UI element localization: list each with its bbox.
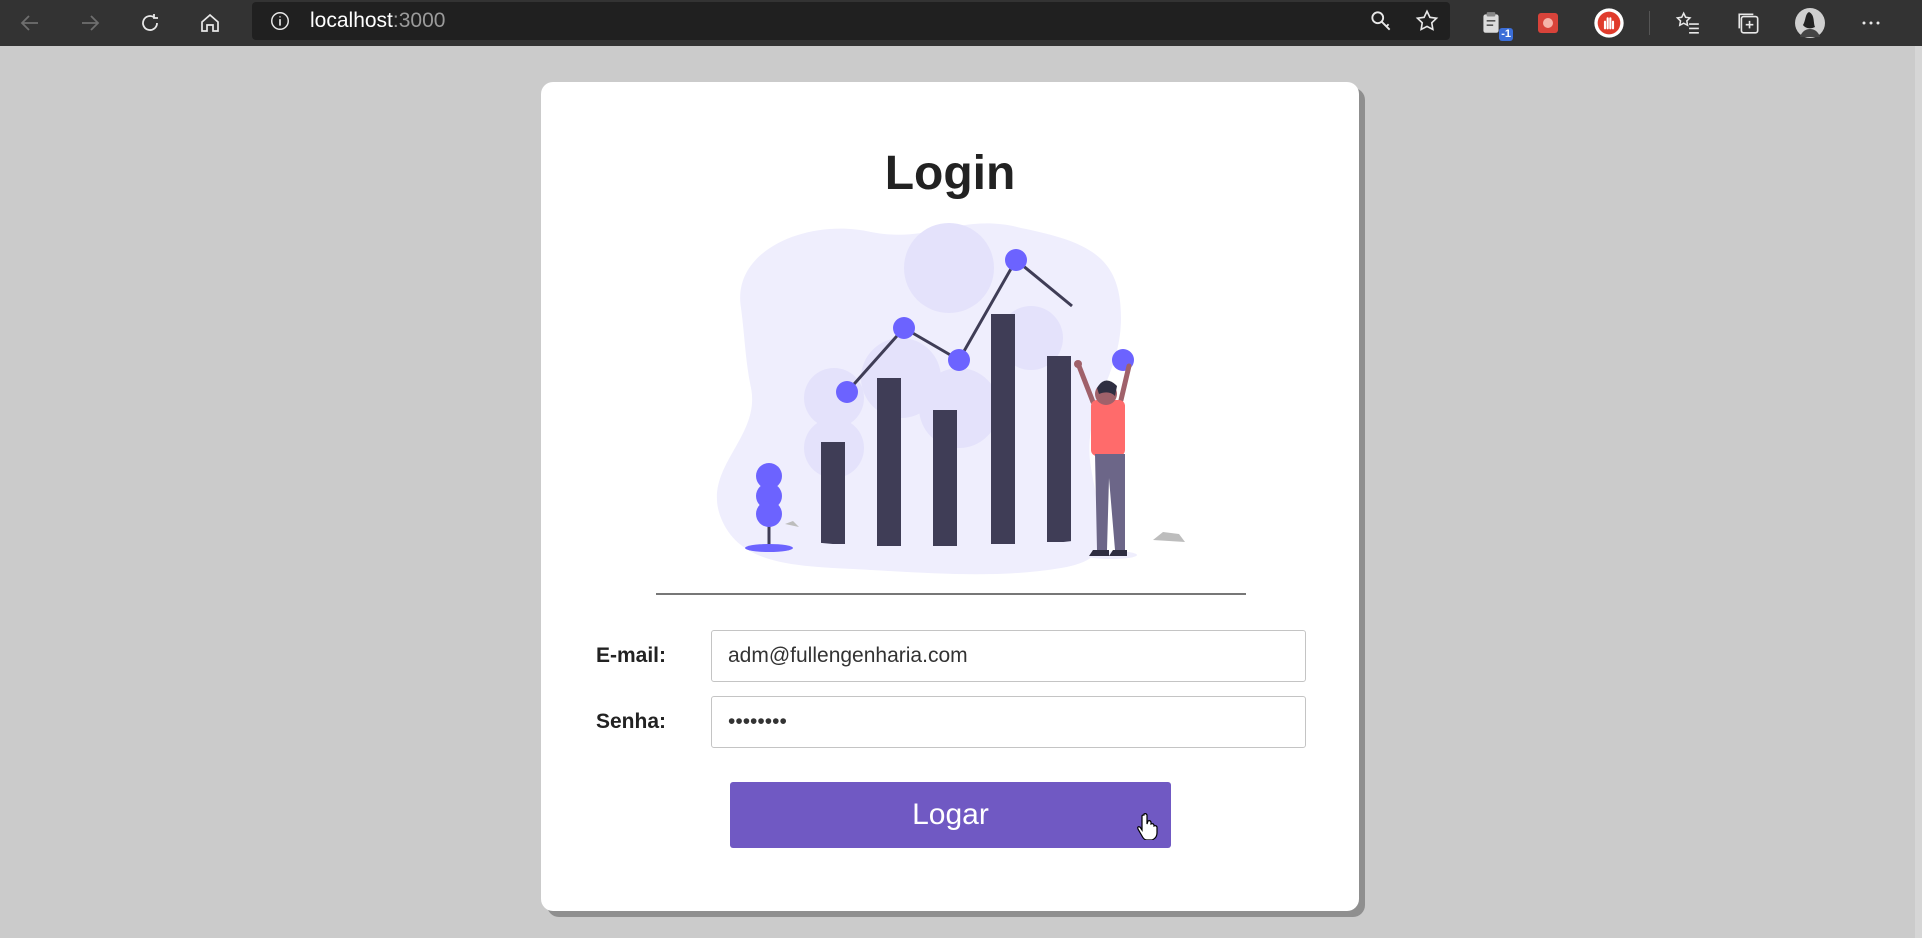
login-button[interactable]: Logar (730, 782, 1171, 848)
password-input[interactable] (711, 696, 1306, 748)
reload-button[interactable] (124, 0, 176, 46)
toolbar-separator (1649, 0, 1650, 46)
reload-icon (142, 14, 158, 31)
trend-point-2 (893, 317, 915, 339)
chart-bar-2 (877, 378, 901, 546)
home-button[interactable] (184, 0, 236, 46)
more-dots-icon (1862, 21, 1880, 25)
hand-cursor-icon (1137, 813, 1158, 840)
browser-toolbar: localhost:3000 -1 (0, 0, 1922, 46)
page-scrollbar[interactable] (1915, 46, 1922, 938)
home-icon (201, 13, 219, 32)
password-row: Senha: (596, 696, 1306, 748)
avatar-icon (1795, 8, 1825, 38)
collections-icon (1738, 13, 1759, 34)
favorites-list-icon (1675, 11, 1699, 34)
divider (656, 593, 1246, 595)
more-menu-button[interactable] (1855, 0, 1887, 46)
back-button[interactable] (4, 0, 56, 46)
url-host: localhost (310, 9, 393, 32)
email-input[interactable] (711, 630, 1306, 682)
extension-badge: -1 (1499, 28, 1513, 41)
arrow-right-icon (82, 15, 100, 31)
collections-button[interactable] (1733, 0, 1765, 46)
address-bar[interactable]: localhost:3000 (252, 2, 1450, 40)
favorites-button[interactable] (1672, 0, 1704, 46)
chart-bar-5 (1047, 356, 1071, 542)
email-label: E-mail: (596, 644, 667, 667)
forward-button[interactable] (64, 0, 116, 46)
growth-chart-illustration (716, 223, 1185, 575)
extension-red[interactable] (1532, 0, 1564, 46)
email-row: E-mail: (596, 630, 1306, 682)
key-icon[interactable] (1368, 8, 1394, 34)
trend-point-3 (948, 349, 970, 371)
chart-bar-4 (991, 314, 1015, 544)
extension-clipboard[interactable]: -1 (1475, 0, 1513, 46)
adblock-hand-icon (1594, 8, 1624, 38)
login-card: Login E-mail: adm@fullengenharia.com Sen… (541, 82, 1359, 911)
url-text[interactable]: localhost:3000 (310, 9, 445, 33)
password-label: Senha: (596, 710, 667, 733)
extension-red-icon (1538, 13, 1558, 33)
trend-point-1 (836, 381, 858, 403)
trend-point-4 (1005, 249, 1027, 271)
chart-bar-3 (933, 410, 957, 546)
info-icon[interactable] (268, 9, 292, 33)
page-title: Login (884, 147, 1016, 200)
url-port: :3000 (392, 9, 446, 32)
arrow-left-icon (20, 15, 38, 31)
chart-bar-1 (821, 442, 845, 544)
favorite-star-icon[interactable] (1414, 8, 1440, 34)
extension-adblock[interactable] (1593, 0, 1625, 46)
profile-avatar[interactable] (1794, 0, 1826, 46)
